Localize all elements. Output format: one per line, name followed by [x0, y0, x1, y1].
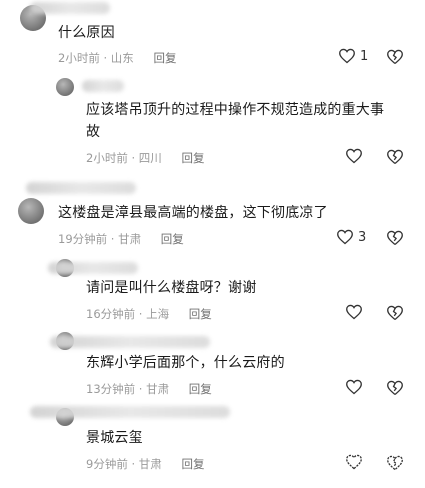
comment-meta: 2小时前 · 山东 回复: [58, 50, 176, 66]
like-button[interactable]: [345, 454, 363, 470]
reply-button[interactable]: 回复: [189, 382, 212, 396]
comment-time: 2小时前: [86, 151, 128, 165]
heart-outline-icon: [345, 454, 363, 470]
username-blurred: [26, 182, 136, 194]
broken-heart-icon: [386, 149, 404, 165]
comment-text: 这楼盘是漳县最高端的楼盘，这下彻底凉了: [58, 205, 328, 221]
heart-outline-icon: [345, 304, 363, 320]
meta-separator: ·: [138, 307, 143, 321]
dislike-button[interactable]: [386, 149, 404, 165]
comment-location: 甘肃: [118, 232, 142, 246]
comment-location: 上海: [146, 307, 170, 321]
like-button[interactable]: 1: [338, 48, 368, 64]
like-button[interactable]: [345, 379, 363, 395]
username-blurred: [30, 406, 230, 418]
comment-item: 景城云玺 9分钟前 · 甘肃 回复: [0, 402, 425, 488]
comment-text: 请问是叫什么楼盘呀？谢谢: [86, 280, 257, 296]
meta-separator: ·: [103, 51, 108, 65]
comment-item: 东辉小学后面那个，什么云府的 13分钟前 · 甘肃 回复: [0, 328, 425, 398]
broken-heart-icon: [386, 230, 404, 246]
comment-time: 19分钟前: [58, 232, 108, 246]
comment-item: 应该塔吊顶升的过程中操作不规范造成的重大事 故 2小时前 · 四川 回复: [0, 70, 425, 170]
broken-heart-icon: [386, 455, 404, 471]
comment-meta: 9分钟前 · 甘肃 回复: [86, 456, 204, 472]
broken-heart-icon: [386, 49, 404, 65]
heart-outline-icon: [336, 229, 354, 245]
broken-heart-icon: [386, 305, 404, 321]
comment-text: 景城云玺: [86, 430, 143, 446]
meta-separator: ·: [138, 382, 143, 396]
meta-separator: ·: [131, 457, 136, 471]
dislike-button[interactable]: [386, 49, 404, 65]
reply-button[interactable]: 回复: [153, 51, 176, 65]
like-button[interactable]: 3: [336, 229, 366, 245]
comment-text: 什么原因: [58, 25, 115, 41]
heart-outline-icon: [338, 48, 356, 64]
comment-meta: 13分钟前 · 甘肃 回复: [86, 381, 212, 397]
like-button[interactable]: [345, 148, 363, 164]
comment-location: 甘肃: [146, 382, 170, 396]
meta-separator: ·: [110, 232, 115, 246]
comment-item: 什么原因 2小时前 · 山东 回复 1: [0, 0, 425, 70]
username-blurred: [50, 336, 210, 348]
meta-separator: ·: [131, 151, 136, 165]
comment-text-line1: 应该塔吊顶升的过程中操作不规范造成的重大事: [86, 102, 385, 118]
broken-heart-icon: [386, 380, 404, 396]
comment-meta: 16分钟前 · 上海 回复: [86, 306, 212, 322]
avatar[interactable]: [18, 198, 44, 224]
username-blurred: [82, 80, 124, 92]
dislike-button[interactable]: [386, 305, 404, 321]
reply-button[interactable]: 回复: [161, 232, 184, 246]
heart-outline-icon: [345, 379, 363, 395]
reply-button[interactable]: 回复: [181, 457, 204, 471]
dislike-button[interactable]: [386, 455, 404, 471]
like-count: 1: [360, 48, 369, 64]
comment-time: 16分钟前: [86, 307, 136, 321]
comment-item: 这楼盘是漳县最高端的楼盘，这下彻底凉了 19分钟前 · 甘肃 回复 3: [0, 178, 425, 250]
comment-meta: 19分钟前 · 甘肃 回复: [58, 231, 184, 247]
dislike-button[interactable]: [386, 380, 404, 396]
reply-button[interactable]: 回复: [189, 307, 212, 321]
username-blurred: [48, 262, 138, 274]
comment-meta: 2小时前 · 四川 回复: [86, 150, 204, 166]
comment-location: 四川: [138, 151, 162, 165]
comment-location: 山东: [110, 51, 134, 65]
comment-time: 9分钟前: [86, 457, 128, 471]
comment-time: 2小时前: [58, 51, 100, 65]
comment-text-line2: 故: [86, 124, 101, 140]
heart-outline-icon: [345, 148, 363, 164]
username-blurred: [30, 2, 110, 14]
comment-location: 甘肃: [138, 457, 162, 471]
like-button[interactable]: [345, 304, 363, 320]
avatar[interactable]: [56, 78, 74, 96]
comment-item: 请问是叫什么楼盘呀？谢谢 16分钟前 · 上海 回复: [0, 255, 425, 325]
dislike-button[interactable]: [386, 230, 404, 246]
like-count: 3: [358, 229, 367, 245]
comment-time: 13分钟前: [86, 382, 136, 396]
comment-text: 东辉小学后面那个，什么云府的: [86, 355, 285, 371]
reply-button[interactable]: 回复: [181, 151, 204, 165]
